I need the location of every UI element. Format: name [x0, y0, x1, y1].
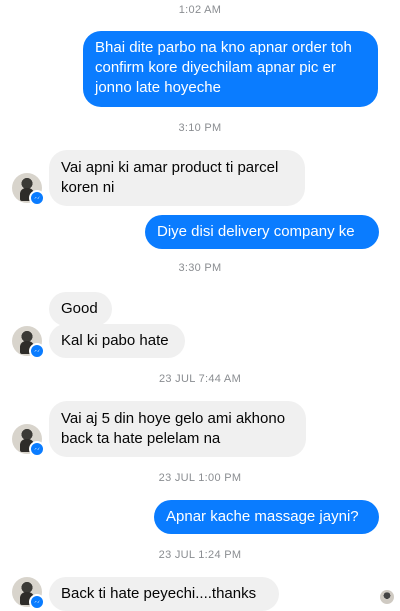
message-text-line: confirm kore diyechilam apnar pic er	[95, 59, 336, 76]
message-text-line: back ta hate pelelam na	[61, 430, 221, 447]
timestamp: 23 JUL 1:24 PM	[158, 549, 242, 561]
message-text: Good	[61, 300, 98, 317]
messenger-badge-icon	[29, 343, 45, 359]
timestamp: 3:30 PM	[178, 262, 222, 274]
contact-avatar[interactable]	[12, 326, 45, 359]
message-text: Apnar kache massage jayni?	[166, 508, 359, 525]
timestamp: 1:02 AM	[178, 4, 222, 16]
timestamp: 23 JUL 7:44 AM	[158, 373, 242, 385]
message-text-line: Bhai dite parbo na kno apnar order toh	[95, 39, 352, 56]
contact-avatar[interactable]	[12, 424, 45, 457]
message-text: Back ti hate peyechi....thanks	[61, 585, 257, 602]
incoming-message[interactable]: Vai apni ki amar product ti parcel koren…	[49, 150, 305, 206]
messenger-badge-icon	[29, 594, 45, 610]
incoming-message[interactable]: Kal ki pabo hate	[49, 324, 185, 358]
message-text-line: Vai apni ki amar product ti parcel	[61, 159, 279, 176]
message-text-line: Vai aj 5 din hoye gelo ami akhono	[61, 410, 286, 427]
incoming-message[interactable]: Good	[49, 292, 112, 326]
messenger-badge-icon	[29, 190, 45, 206]
outgoing-message[interactable]: Bhai dite parbo na kno apnar order toh c…	[83, 31, 378, 107]
outgoing-message[interactable]: Apnar kache massage jayni?	[154, 500, 379, 534]
message-text-line: jonno late hoyeche	[95, 79, 221, 96]
timestamp: 3:10 PM	[178, 122, 222, 134]
contact-avatar[interactable]	[12, 577, 45, 610]
message-text-line: koren ni	[61, 179, 115, 196]
seen-receipt-avatar	[380, 590, 394, 604]
incoming-message[interactable]: Back ti hate peyechi....thanks	[49, 577, 279, 611]
contact-avatar[interactable]	[12, 173, 45, 206]
message-text: Kal ki pabo hate	[61, 332, 169, 349]
timestamp: 23 JUL 1:00 PM	[158, 472, 242, 484]
incoming-message[interactable]: Vai aj 5 din hoye gelo ami akhono back t…	[49, 401, 306, 457]
message-text: Diye disi delivery company ke	[157, 223, 355, 240]
outgoing-message[interactable]: Diye disi delivery company ke	[145, 215, 379, 249]
messenger-badge-icon	[29, 441, 45, 457]
